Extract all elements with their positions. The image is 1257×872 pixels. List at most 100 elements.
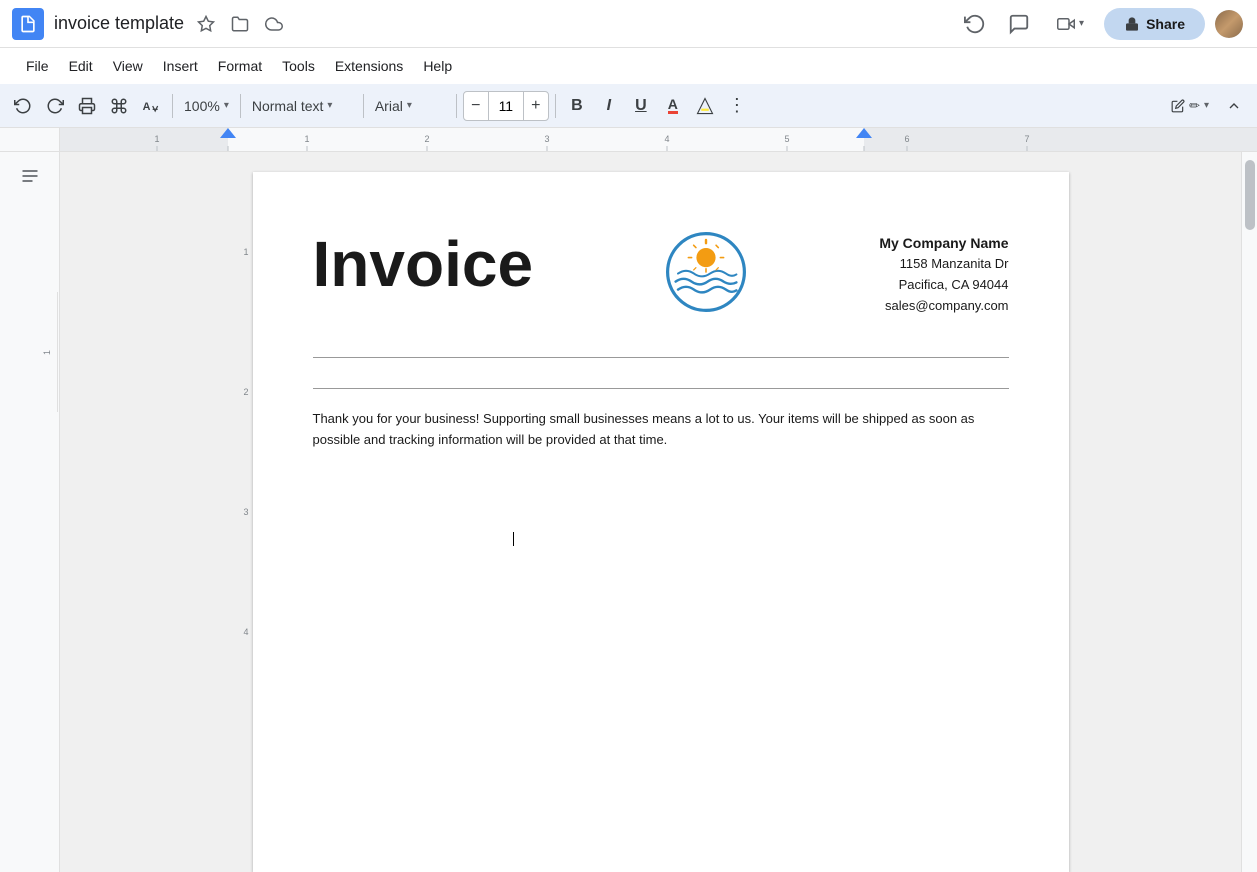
divider-3: [363, 94, 364, 118]
right-scrollbar[interactable]: [1241, 152, 1257, 872]
svg-text:1: 1: [154, 134, 159, 144]
menu-bar: File Edit View Insert Format Tools Exten…: [0, 48, 1257, 84]
italic-button[interactable]: I: [594, 91, 624, 121]
italic-icon: I: [607, 97, 611, 115]
video-caret-icon: ▾: [1079, 18, 1084, 29]
divider-1: [172, 94, 173, 118]
menu-tools[interactable]: Tools: [272, 52, 325, 80]
separator-line-1: [313, 357, 1009, 358]
menu-format[interactable]: Format: [208, 52, 272, 80]
style-caret-icon: ▾: [327, 100, 332, 111]
zoom-caret-icon: ▾: [224, 100, 229, 111]
underline-icon: U: [635, 97, 647, 115]
left-ruler-marks: 1: [0, 292, 62, 412]
menu-edit[interactable]: Edit: [59, 52, 103, 80]
svg-text:3: 3: [544, 134, 549, 144]
ruler-svg: 1 1 2 3 4 5 6 7: [60, 128, 1257, 151]
invoice-logo-area: [533, 232, 879, 312]
font-caret-icon: ▾: [407, 100, 412, 111]
svg-text:7: 7: [1024, 134, 1029, 144]
divider-5: [555, 94, 556, 118]
divider-4: [456, 94, 457, 118]
font-value: Arial: [375, 98, 403, 114]
expand-toolbar-button[interactable]: [1219, 91, 1249, 121]
print-button[interactable]: [72, 91, 102, 121]
invoice-title[interactable]: Invoice: [313, 232, 534, 296]
menu-insert[interactable]: Insert: [153, 52, 208, 80]
undo-button[interactable]: [8, 91, 38, 121]
avatar-image: [1215, 10, 1243, 38]
divider-2: [240, 94, 241, 118]
paintformat-button[interactable]: [104, 91, 134, 121]
scroll-thumb[interactable]: [1245, 160, 1255, 230]
doc-page[interactable]: Invoice: [253, 172, 1069, 872]
doc-canvas[interactable]: 1 2 3 4 Invoice: [60, 152, 1241, 872]
svg-text:2: 2: [424, 134, 429, 144]
star-button[interactable]: [192, 10, 220, 38]
edit-mode-button[interactable]: ✏ ▾: [1163, 91, 1217, 121]
avatar[interactable]: [1213, 8, 1245, 40]
top-bar: invoice template: [0, 0, 1257, 48]
history-button[interactable]: [957, 6, 993, 42]
more-icon: ⋮: [728, 95, 746, 116]
thank-you-text[interactable]: Thank you for your business! Supporting …: [313, 409, 1009, 451]
highlight-button[interactable]: [690, 91, 720, 121]
company-logo: [666, 232, 746, 312]
folder-button[interactable]: [226, 10, 254, 38]
cursor-area: [313, 530, 1009, 548]
redo-button[interactable]: [40, 91, 70, 121]
more-options-button[interactable]: ⋮: [722, 91, 752, 121]
main-area: 1 1 2 3 4 Invoice: [0, 152, 1257, 872]
share-label: Share: [1146, 16, 1185, 32]
menu-view[interactable]: View: [103, 52, 153, 80]
share-button[interactable]: Share: [1104, 8, 1205, 40]
company-email[interactable]: sales@company.com: [879, 296, 1008, 317]
font-color-button[interactable]: A: [658, 91, 688, 121]
video-button[interactable]: ▾: [1045, 9, 1096, 39]
font-color-icon: A: [668, 97, 678, 114]
doc-title[interactable]: invoice template: [54, 13, 184, 34]
text-cursor: [513, 532, 514, 546]
invoice-header: Invoice: [313, 232, 1009, 317]
svg-text:6: 6: [904, 134, 909, 144]
zoom-value: 100%: [184, 98, 220, 114]
svg-text:1: 1: [304, 134, 309, 144]
edit-caret: ▾: [1204, 100, 1209, 111]
app-icon: [12, 8, 44, 40]
bold-icon: B: [571, 97, 583, 115]
comment-button[interactable]: [1001, 6, 1037, 42]
svg-text:A: A: [143, 101, 151, 113]
ruler-left-margin: [0, 128, 60, 151]
company-address1[interactable]: 1158 Manzanita Dr: [879, 254, 1008, 275]
company-address2[interactable]: Pacifica, CA 94044: [879, 275, 1008, 296]
header-actions: ▾ Share: [957, 6, 1245, 42]
spellcheck-button[interactable]: A: [136, 91, 166, 121]
style-value: Normal text: [252, 98, 324, 114]
outline-button[interactable]: [14, 160, 46, 192]
company-info: My Company Name 1158 Manzanita Dr Pacifi…: [879, 232, 1008, 317]
zoom-select[interactable]: 100% ▾: [179, 91, 234, 121]
edit-label: ✏: [1189, 98, 1200, 114]
ruler: 1 1 2 3 4 5 6 7: [60, 128, 1257, 151]
svg-text:4: 4: [664, 134, 669, 144]
company-name[interactable]: My Company Name: [879, 232, 1008, 254]
font-size-decrease[interactable]: −: [464, 92, 488, 120]
menu-extensions[interactable]: Extensions: [325, 52, 413, 80]
menu-help[interactable]: Help: [413, 52, 462, 80]
font-size-input[interactable]: [488, 92, 524, 120]
invoice-title-wrapper: Invoice: [313, 232, 534, 296]
bold-button[interactable]: B: [562, 91, 592, 121]
style-select[interactable]: Normal text ▾: [247, 91, 357, 121]
cloud-button[interactable]: [260, 10, 288, 38]
font-size-increase[interactable]: +: [524, 92, 548, 120]
font-select[interactable]: Arial ▾: [370, 91, 450, 121]
menu-file[interactable]: File: [16, 52, 59, 80]
font-size-control: − +: [463, 91, 549, 121]
ruler-area: 1 1 2 3 4 5 6 7: [0, 128, 1257, 152]
separator-line-2: [313, 388, 1009, 389]
vertical-ruler: 1 2 3 4: [233, 172, 253, 852]
underline-button[interactable]: U: [626, 91, 656, 121]
left-sidebar: 1: [0, 152, 60, 872]
toolbar: A 100% ▾ Normal text ▾ Arial ▾ − + B I U…: [0, 84, 1257, 128]
title-icons: [192, 10, 288, 38]
